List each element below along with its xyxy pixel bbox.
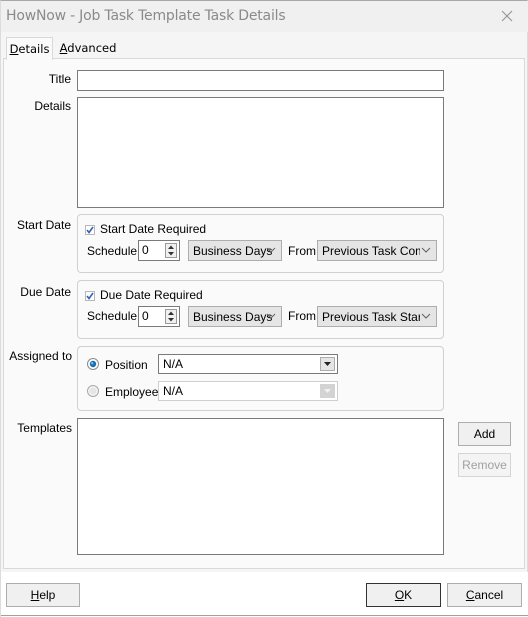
start-schedule-spin-buttons[interactable] <box>165 243 177 258</box>
start-date-required-label: Start Date Required <box>100 222 207 236</box>
tab-advanced-label: dvanced <box>67 41 117 55</box>
due-unit-value: Business Days <box>193 310 273 324</box>
position-label: Position <box>105 358 148 372</box>
chevron-down-icon <box>421 313 431 319</box>
employee-label: Employee <box>105 385 159 399</box>
remove-template-button[interactable]: Remove <box>458 453 511 477</box>
chevron-down-icon <box>421 247 431 253</box>
start-unit-value: Business Days <box>193 244 273 258</box>
title-bar: HowNow - Job Task Template Task Details <box>1 1 528 32</box>
start-schedule-value: 0 <box>142 243 149 257</box>
title-input[interactable] <box>77 70 444 91</box>
position-dropdown-button[interactable] <box>320 357 335 371</box>
start-schedule-label: Schedule <box>87 244 138 258</box>
dropdown-arrow-icon <box>324 389 331 393</box>
details-label: Details <box>34 99 71 113</box>
due-from-select[interactable]: Previous Task Start <box>317 306 437 327</box>
details-textarea[interactable] <box>77 97 444 208</box>
chevron-down-icon <box>266 247 276 253</box>
due-schedule-label: Schedule <box>87 309 138 323</box>
start-from-select[interactable]: Previous Task Comp <box>317 240 437 261</box>
ok-mnemonic: O <box>394 588 405 602</box>
tab-details[interactable]: Details <box>6 37 53 60</box>
close-button[interactable] <box>497 6 517 26</box>
employee-value: N/A <box>163 384 184 398</box>
spin-down-icon <box>168 318 174 322</box>
help-label: elp <box>39 588 56 602</box>
spin-down-icon <box>168 252 174 256</box>
start-from-value: Previous Task Comp <box>322 244 420 258</box>
help-button[interactable]: Help <box>6 583 80 607</box>
spin-up-icon <box>168 311 174 315</box>
start-schedule-spinner[interactable]: 0 <box>138 240 180 261</box>
add-template-button[interactable]: Add <box>458 422 511 446</box>
due-schedule-spinner[interactable]: 0 <box>138 306 180 327</box>
close-icon <box>501 10 513 22</box>
assigned-to-label: Assigned to <box>9 349 72 363</box>
radio-unselected-icon <box>87 385 99 397</box>
position-dropdown[interactable]: N/A <box>158 354 338 374</box>
ok-button[interactable]: OK <box>366 583 441 607</box>
bottom-border <box>1 615 528 616</box>
chevron-down-icon <box>266 313 276 319</box>
start-unit-select[interactable]: Business Days <box>188 240 282 261</box>
cancel-button[interactable]: Cancel <box>447 583 522 607</box>
title-label: Title <box>48 72 71 86</box>
due-date-required-checkbox[interactable] <box>85 290 95 301</box>
due-from-value: Previous Task Start <box>322 310 420 324</box>
cancel-label: ancel <box>474 588 504 602</box>
start-date-required-checkbox[interactable] <box>85 224 95 235</box>
dropdown-arrow-icon <box>324 362 331 366</box>
radio-selected-icon <box>87 358 99 370</box>
window-title: HowNow - Job Task Template Task Details <box>6 8 286 24</box>
checkmark-icon <box>85 291 95 301</box>
tab-advanced[interactable]: Advanced <box>58 37 118 59</box>
start-date-label: Start Date <box>16 218 71 232</box>
due-unit-select[interactable]: Business Days <box>188 306 282 327</box>
templates-label: Templates <box>17 421 72 435</box>
spin-up-icon <box>168 245 174 249</box>
position-value: N/A <box>163 357 184 371</box>
position-radio[interactable] <box>87 358 99 370</box>
tab-details-label: etails <box>18 42 50 56</box>
due-schedule-value: 0 <box>142 309 149 323</box>
dialog-window: HowNow - Job Task Template Task Details … <box>0 0 528 617</box>
employee-dropdown[interactable]: N/A <box>158 381 338 401</box>
employee-radio[interactable] <box>87 385 99 397</box>
templates-list[interactable] <box>77 418 444 555</box>
due-from-label: From <box>288 309 316 323</box>
ok-label: K <box>404 588 413 602</box>
start-from-label: From <box>288 244 316 258</box>
checkmark-icon <box>85 225 95 235</box>
employee-dropdown-button[interactable] <box>320 384 335 398</box>
due-date-label: Due Date <box>20 285 71 299</box>
due-schedule-spin-buttons[interactable] <box>165 309 177 324</box>
due-date-required-label: Due Date Required <box>100 288 203 302</box>
